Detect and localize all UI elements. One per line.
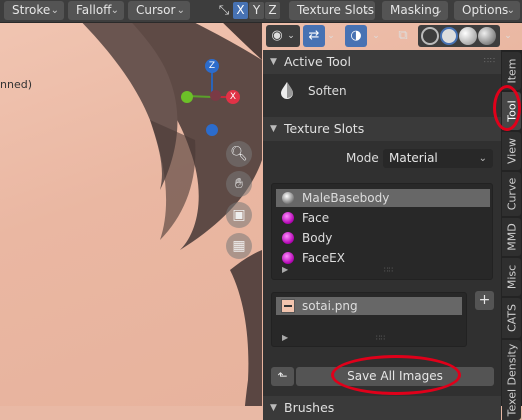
highlight-ring-tool-tab	[493, 85, 521, 131]
cursor-dropdown[interactable]: Cursor ⌄	[128, 1, 190, 20]
tab-cats[interactable]: CATS	[502, 298, 521, 338]
material-name: Face	[302, 211, 330, 225]
options-dropdown[interactable]: Options ⌄	[454, 1, 520, 20]
soften-brush-icon	[279, 81, 295, 99]
xray-icon[interactable]: ⧉	[392, 25, 414, 47]
tab-texel-density[interactable]: Texel Density	[502, 340, 521, 420]
material-sphere-icon	[282, 192, 294, 204]
active-tool-header[interactable]: ▼ Active Tool ∷∷	[263, 50, 501, 74]
expand-list-icon[interactable]: ▶	[282, 265, 288, 274]
list-item[interactable]: Body	[276, 229, 490, 247]
gizmo-y-axis[interactable]	[181, 91, 193, 103]
texture-slots-header[interactable]: ▼ Texture Slots	[263, 117, 501, 141]
material-sphere-icon	[282, 212, 294, 224]
wireframe-shading-icon[interactable]	[421, 27, 439, 45]
eye-icon[interactable]: ◉	[268, 25, 286, 47]
material-name: Body	[302, 231, 333, 245]
list-item[interactable]: sotai.png	[276, 297, 462, 315]
material-shading-icon[interactable]	[459, 27, 477, 45]
mode-select[interactable]: Material ⌄	[383, 149, 493, 168]
chevron-down-icon[interactable]: ⌄	[500, 25, 516, 47]
material-sphere-icon	[282, 232, 294, 244]
pan-hand-icon[interactable]: ✋︎	[226, 171, 252, 197]
chevron-down-icon[interactable]: ⌄	[285, 25, 297, 47]
overlays-icon[interactable]: ◑	[345, 25, 367, 47]
list-item[interactable]: MaleBasebody	[276, 189, 490, 207]
gizmo-neg-y-axis[interactable]	[210, 90, 221, 101]
sidebar-panel: ▼ Active Tool ∷∷ Soften ▼ Texture Slots …	[263, 50, 501, 420]
active-tool-name: Soften	[308, 84, 347, 98]
chevron-down-icon[interactable]: ⌄	[325, 25, 337, 47]
mirror-z-toggle[interactable]: Z	[265, 2, 280, 19]
material-list[interactable]: MaleBasebody Face Body FaceEX ▶ ∷∷	[271, 183, 493, 280]
add-image-button[interactable]: +	[475, 291, 494, 310]
drag-handle-icon[interactable]: ∷∷	[484, 56, 496, 65]
falloff-dropdown[interactable]: Falloff ⌄	[68, 1, 124, 20]
tab-misc[interactable]: Misc	[502, 258, 521, 296]
list-item[interactable]: FaceEX	[276, 249, 490, 267]
expand-triangle-icon[interactable]: ▼	[270, 396, 277, 420]
image-thumbnail-icon	[281, 299, 295, 313]
panel-title: Brushes	[284, 400, 335, 415]
stroke-dropdown[interactable]: Stroke ⌄	[4, 1, 64, 20]
mode-label: Mode	[346, 151, 379, 165]
gizmo-icon[interactable]: ⇄	[303, 25, 325, 47]
viewport-overlay-text: nned)	[0, 78, 32, 91]
material-name: MaleBasebody	[302, 191, 390, 205]
mirror-y-toggle[interactable]: Y	[249, 2, 264, 19]
symmetry-icon[interactable]: ⤡	[214, 1, 234, 20]
expand-triangle-icon[interactable]: ▼	[270, 50, 277, 74]
image-name: sotai.png	[302, 299, 358, 313]
brushes-header[interactable]: ▼ Brushes	[263, 396, 501, 420]
panel-title: Texture Slots	[284, 121, 365, 136]
mirror-x-toggle[interactable]: X	[233, 2, 248, 19]
gizmo-x-axis[interactable]: X	[226, 90, 240, 104]
material-sphere-icon	[282, 252, 294, 264]
highlight-ring-save-all	[331, 355, 461, 395]
masking-dropdown[interactable]: Masking ⌄	[382, 1, 448, 20]
list-item[interactable]: Face	[276, 209, 490, 227]
panel-title: Active Tool	[284, 54, 351, 69]
new-image-icon[interactable]: ⬑	[271, 367, 294, 386]
texture-slots-dropdown[interactable]: Texture Slots ⌄	[289, 1, 375, 20]
zoom-icon[interactable]: 🔍︎	[226, 141, 252, 167]
tab-curve[interactable]: Curve	[502, 172, 521, 216]
camera-icon[interactable]: ▣	[226, 202, 252, 228]
resize-handle-icon[interactable]: ∷∷	[376, 334, 385, 342]
chevron-down-icon[interactable]: ⌄	[368, 25, 384, 47]
material-name: FaceEX	[302, 251, 345, 265]
expand-list-icon[interactable]: ▶	[282, 333, 288, 342]
resize-handle-icon[interactable]: ∷∷	[384, 266, 393, 274]
gizmo-neg-z-axis[interactable]	[206, 124, 218, 136]
tab-view[interactable]: View	[502, 132, 521, 170]
gizmo-z-axis[interactable]: Z	[205, 59, 219, 73]
image-list[interactable]: sotai.png ▶ ∷∷	[271, 292, 467, 347]
expand-triangle-icon[interactable]: ▼	[270, 117, 277, 141]
tab-mmd[interactable]: MMD	[502, 218, 521, 256]
solid-shading-icon[interactable]	[440, 27, 458, 45]
rendered-shading-icon[interactable]	[478, 27, 496, 45]
perspective-grid-icon[interactable]: ▦	[226, 233, 252, 259]
tool-header: Stroke ⌄ Falloff ⌄ Cursor ⌄ ⤡ X Y Z Texture…	[0, 0, 522, 23]
